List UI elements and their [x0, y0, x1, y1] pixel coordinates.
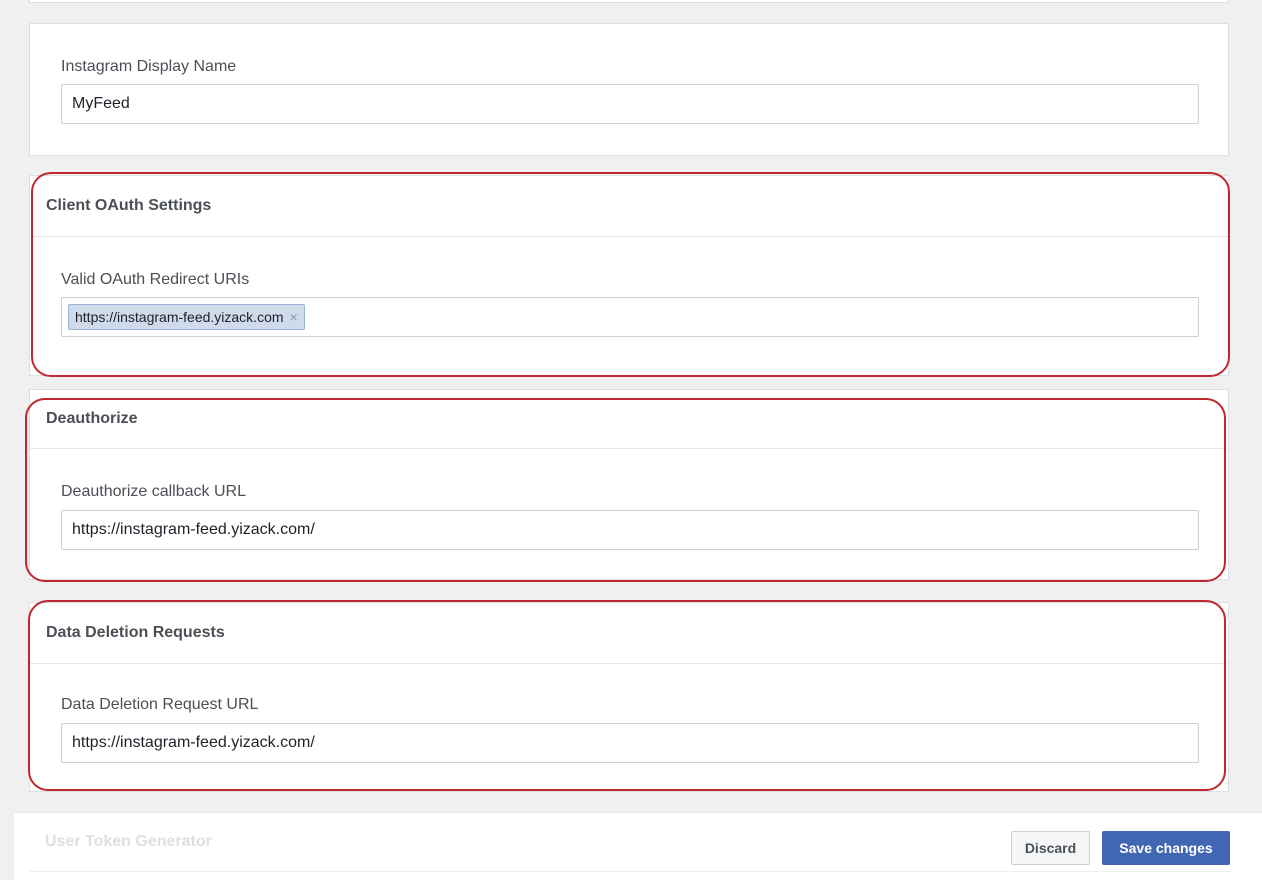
close-icon[interactable]: ×: [290, 310, 298, 324]
deauthorize-callback-input[interactable]: [61, 510, 1199, 550]
data-deletion-url-input[interactable]: [61, 723, 1199, 763]
display-name-panel: Instagram Display Name: [29, 23, 1229, 156]
display-name-label: Instagram Display Name: [61, 58, 237, 75]
user-token-generator-title: User Token Generator: [45, 833, 212, 850]
redirect-uri-tag-text: https://instagram-feed.yizack.com: [75, 309, 284, 325]
data-deletion-url-label: Data Deletion Request URL: [61, 696, 259, 713]
display-name-input[interactable]: [61, 84, 1199, 124]
redirect-uris-input[interactable]: https://instagram-feed.yizack.com ×: [61, 297, 1199, 337]
save-changes-button[interactable]: Save changes: [1102, 831, 1230, 865]
previous-panel-edge: [29, 0, 1229, 3]
deauthorize-title: Deauthorize: [30, 390, 1228, 449]
data-deletion-panel: Data Deletion Requests Data Deletion Req…: [29, 602, 1229, 792]
oauth-settings-panel: Client OAuth Settings Valid OAuth Redire…: [29, 175, 1229, 376]
footer-divider: [29, 871, 1232, 872]
deauthorize-callback-label: Deauthorize callback URL: [61, 483, 246, 500]
discard-button[interactable]: Discard: [1011, 831, 1090, 865]
deauthorize-panel: Deauthorize Deauthorize callback URL: [29, 389, 1229, 580]
redirect-uri-tag: https://instagram-feed.yizack.com ×: [68, 304, 305, 330]
oauth-settings-title: Client OAuth Settings: [30, 176, 1228, 237]
save-footer-bar: User Token Generator Discard Save change…: [14, 813, 1262, 880]
data-deletion-title: Data Deletion Requests: [30, 603, 1228, 664]
redirect-uris-label: Valid OAuth Redirect URIs: [61, 271, 250, 288]
